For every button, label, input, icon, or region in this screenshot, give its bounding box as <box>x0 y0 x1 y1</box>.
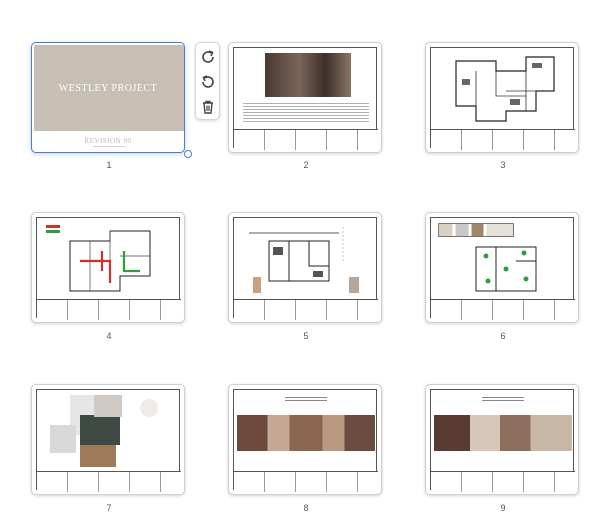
page-number-7: 7 <box>106 503 112 513</box>
page-actions-toolbar <box>195 42 220 120</box>
floor-plan <box>455 56 555 122</box>
rotate-clockwise-icon[interactable] <box>199 48 217 66</box>
render-strip <box>434 415 572 451</box>
title-block <box>431 299 575 320</box>
header-text <box>482 395 524 401</box>
rotate-counterclockwise-icon[interactable] <box>199 73 217 91</box>
cover-title: WESTLEY PROJECT <box>58 83 158 94</box>
text-block <box>243 101 369 123</box>
page-number-5: 5 <box>303 331 309 341</box>
page-number-3: 3 <box>500 160 506 170</box>
page-thumbnail-7[interactable] <box>31 384 185 495</box>
floor-plan-annotated <box>46 225 151 292</box>
title-block <box>431 129 575 150</box>
cover-caption-line <box>93 146 125 147</box>
title-block <box>234 129 378 150</box>
page-number-2: 2 <box>303 160 309 170</box>
page-thumbnail-5[interactable] <box>228 212 382 323</box>
title-block <box>37 299 181 320</box>
title-block <box>234 471 378 492</box>
material-board <box>50 395 160 467</box>
lighting-plan <box>475 246 537 292</box>
material-swatches <box>438 223 514 237</box>
page-thumbnail-2[interactable] <box>228 42 382 153</box>
cover-subtitle: REVISION 00 <box>84 137 132 145</box>
floor-plan-dimensioned <box>249 227 359 293</box>
title-block <box>234 299 378 320</box>
page-thumbnail-3[interactable] <box>425 42 579 153</box>
title-block <box>37 471 181 492</box>
page-number-1: 1 <box>106 160 112 170</box>
page-number-8: 8 <box>303 503 309 513</box>
title-block <box>431 471 575 492</box>
render-strip <box>237 415 375 451</box>
page-number-9: 9 <box>500 503 506 513</box>
page-thumbnail-4[interactable] <box>31 212 185 323</box>
page-number-4: 4 <box>106 331 112 341</box>
render-photo <box>265 53 351 97</box>
resize-handle[interactable] <box>184 150 192 158</box>
page-thumbnail-8[interactable] <box>228 384 382 495</box>
header-text <box>285 395 327 401</box>
page-thumbnail-9[interactable] <box>425 384 579 495</box>
page-number-6: 6 <box>500 331 506 341</box>
trash-icon[interactable] <box>199 98 217 116</box>
page-thumbnail-6[interactable] <box>425 212 579 323</box>
page-thumbnail-1[interactable]: WESTLEY PROJECT REVISION 00 <box>31 42 185 153</box>
